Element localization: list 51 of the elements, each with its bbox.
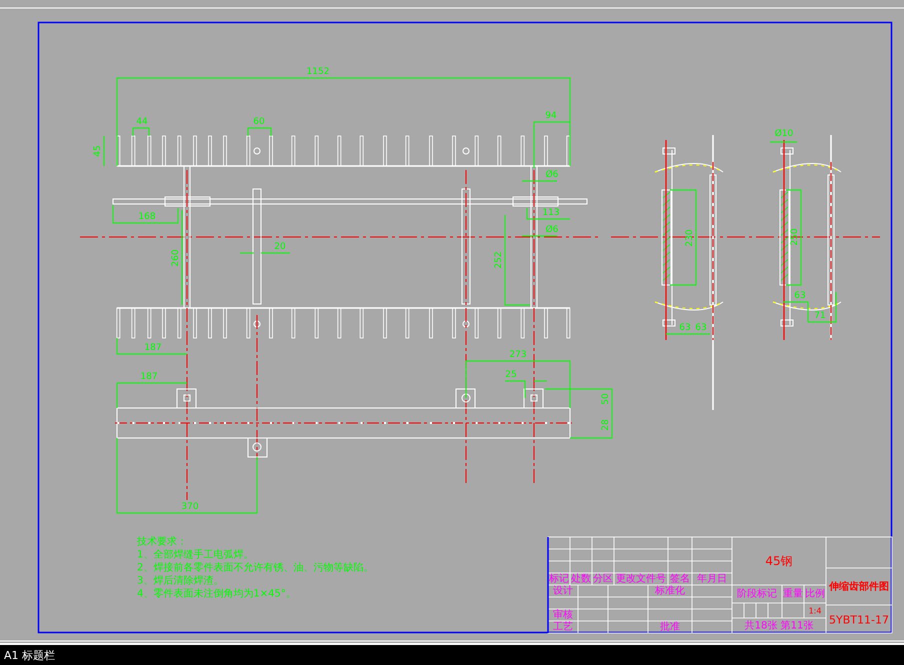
dimension-label: Ø6 bbox=[546, 170, 558, 180]
dimension-label: Ø10 bbox=[774, 129, 794, 139]
title-block-label: 标准化 bbox=[655, 586, 685, 596]
dimension-label: 187 bbox=[144, 343, 162, 353]
dimension-label: 370 bbox=[181, 502, 199, 512]
dimension-label: 260 bbox=[171, 249, 181, 267]
title-block-label: 更改文件号 bbox=[616, 574, 666, 584]
title-block-label: 工艺 bbox=[553, 622, 573, 632]
title-block-label: 审核 bbox=[553, 610, 573, 620]
dimension-label: 63 bbox=[794, 291, 806, 301]
dimension-label: 273 bbox=[509, 350, 527, 360]
title-block-label: 签名 bbox=[670, 574, 690, 584]
dimension-label: 20 bbox=[274, 242, 286, 252]
dimension-label: 28 bbox=[601, 419, 611, 431]
material-text: 45钢 bbox=[765, 554, 793, 568]
title-block-label: 批准 bbox=[660, 622, 680, 632]
dimension-label: 50 bbox=[601, 393, 611, 405]
dimension-label: 252 bbox=[494, 251, 504, 269]
dimension-label: 45 bbox=[93, 145, 103, 157]
dimension-label: Ø6 bbox=[546, 225, 558, 235]
title-block-label: 处数 bbox=[571, 574, 591, 584]
dimension-label: 94 bbox=[545, 111, 557, 121]
scale-text: 1:4 bbox=[808, 606, 822, 616]
dimension-label: 1152 bbox=[306, 67, 330, 77]
title-block-label: 重量 bbox=[783, 588, 803, 600]
note-text: 4、零件表面未注倒角均为1×45°。 bbox=[137, 588, 296, 600]
dimension-label: 63 bbox=[695, 323, 707, 333]
dimension-label: 230 bbox=[685, 229, 695, 247]
dimension-label: 168 bbox=[138, 212, 156, 222]
title-block-label: 比例 bbox=[805, 588, 825, 600]
sheet-count-text: 共18张 第11张 bbox=[744, 620, 814, 632]
drawing-title: 伸缩齿部件图 bbox=[829, 582, 889, 592]
layout-tab-text: A1 标题栏 bbox=[4, 648, 56, 662]
dimension-label: 63 bbox=[679, 323, 691, 333]
title-block-label: 标记 bbox=[549, 574, 569, 584]
note-text: 3、焊后清除焊渣。 bbox=[137, 576, 224, 586]
drawing-number: 5YBT11-17 bbox=[829, 614, 889, 626]
title-block-label: 设计 bbox=[553, 586, 573, 596]
dimension-label: 250 bbox=[790, 228, 800, 246]
title-block-label: 分区 bbox=[593, 574, 613, 584]
dimension-label: 71 bbox=[814, 311, 826, 321]
dimension-label: 113 bbox=[542, 208, 560, 218]
title-block-label: 年月日 bbox=[697, 574, 727, 584]
dimension-label: 187 bbox=[140, 372, 158, 382]
note-text: 2、焊接前各零件表面不允许有锈、油、污物等缺陷。 bbox=[137, 562, 374, 574]
note-text: 1、全部焊缝手工电弧焊。 bbox=[137, 550, 254, 560]
title-block-label: 阶段标记 bbox=[737, 588, 777, 600]
dimension-label: 60 bbox=[253, 117, 265, 127]
dimension-label: 25 bbox=[505, 370, 517, 380]
dimension-label: 44 bbox=[136, 117, 148, 127]
notes-heading: 技术要求： bbox=[137, 536, 187, 548]
